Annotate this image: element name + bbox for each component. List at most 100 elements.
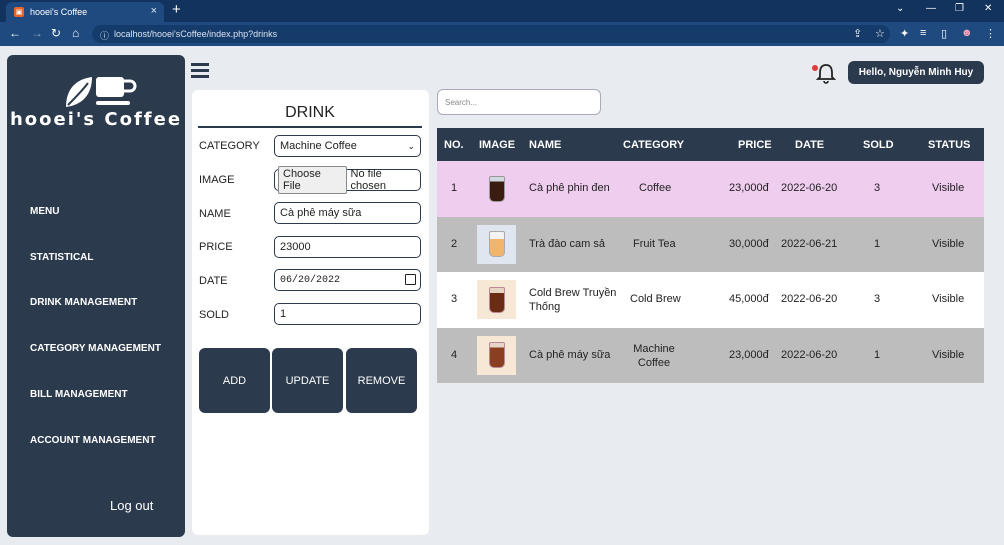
form-title: DRINK — [285, 104, 335, 121]
table-row[interactable]: 4 Cà phê máy sữa Machine Coffee 23,000đ … — [437, 327, 984, 383]
restore-icon[interactable]: ❐ — [955, 3, 964, 14]
tab-title: hooei's Coffee — [30, 7, 88, 17]
notification-bell-icon[interactable] — [815, 62, 837, 84]
brand-name: hooei's Coffee — [9, 109, 183, 130]
iced-coffee-cup-icon — [488, 175, 505, 202]
reload-icon[interactable]: ↻ — [51, 26, 61, 40]
sidebar-item-account-management[interactable]: ACCOUNT MANAGEMENT — [30, 435, 156, 446]
bookmark-star-icon[interactable]: ☆ — [875, 27, 885, 40]
sidebar-item-menu[interactable]: MENU — [30, 206, 59, 217]
row-category: Fruit Tea — [633, 237, 676, 250]
calendar-icon[interactable] — [405, 274, 416, 285]
tab-close-icon[interactable]: × — [151, 5, 157, 17]
sidebar-item-statistical[interactable]: STATISTICAL — [30, 252, 94, 263]
browser-tab[interactable]: ▣ hooei's Coffee × — [6, 2, 164, 22]
forward-icon[interactable]: → — [31, 26, 43, 40]
sidebar-item-drink-management[interactable]: DRINK MANAGEMENT — [30, 297, 137, 308]
row-date: 2022-06-20 — [781, 348, 838, 361]
row-category: Machine Coffee — [633, 342, 675, 369]
browser-menu-icon[interactable]: ⋮ — [985, 27, 996, 40]
sold-input[interactable]: 1 — [274, 303, 421, 325]
row-sold: 1 — [874, 348, 881, 361]
price-input[interactable]: 23000 — [274, 236, 421, 258]
row-name: Cà phê máy sữa — [529, 348, 611, 361]
row-no: 1 — [451, 182, 458, 194]
chevron-down-icon: ⌄ — [407, 140, 415, 151]
drinks-table: NO. IMAGE NAME CATEGORY PRICE DATE SOLD … — [437, 128, 984, 383]
column-header-sold[interactable]: SOLD — [863, 139, 894, 151]
row-name: Trà đào cam sả — [529, 237, 606, 250]
extensions-icon[interactable]: ✦ — [900, 27, 909, 40]
row-sold: 3 — [874, 293, 881, 305]
column-header-image[interactable]: IMAGE — [479, 139, 515, 151]
row-price: 23,000đ — [729, 348, 769, 361]
browser-toolbar: ← → ↻ ⌂ ⓘ localhost/hooei'sCoffee/index.… — [0, 22, 1004, 46]
sidebar-item-bill-management[interactable]: BILL MANAGEMENT — [30, 389, 128, 400]
row-price: 23,000đ — [729, 182, 769, 194]
category-select-value: Machine Coffee — [280, 140, 357, 152]
new-tab-icon[interactable]: + — [172, 1, 181, 18]
side-panel-icon[interactable]: ▯ — [941, 27, 947, 40]
reading-list-icon[interactable]: ≡ — [920, 27, 926, 39]
row-price: 45,000đ — [729, 293, 769, 305]
tab-search-icon[interactable]: ⌄ — [896, 3, 904, 14]
column-header-no[interactable]: NO. — [444, 139, 464, 151]
row-no: 3 — [451, 293, 458, 305]
peach-tea-cup-icon — [488, 231, 505, 257]
drink-image — [477, 335, 516, 375]
row-status: Visible — [932, 182, 965, 194]
milk-coffee-cup-icon — [488, 342, 505, 368]
date-input-value: 06/20/2022 — [280, 274, 341, 286]
name-input[interactable]: Cà phê máy sữa — [274, 202, 421, 224]
site-favicon-icon: ▣ — [14, 7, 24, 17]
coffee-logo-icon — [66, 77, 137, 107]
share-icon[interactable]: ⇪ — [853, 27, 862, 40]
row-name: Cold Brew Truyền Thống — [529, 287, 617, 313]
drink-image — [477, 280, 516, 319]
sold-label: SOLD — [199, 309, 229, 321]
image-label: IMAGE — [199, 174, 235, 186]
address-bar[interactable]: ⓘ localhost/hooei'sCoffee/index.php?drin… — [92, 25, 890, 43]
row-status: Visible — [932, 237, 965, 250]
hamburger-menu-icon[interactable] — [191, 63, 209, 79]
close-window-icon[interactable]: ✕ — [984, 3, 992, 14]
column-header-date[interactable]: DATE — [795, 139, 824, 151]
row-no: 4 — [451, 348, 458, 361]
row-date: 2022-06-20 — [781, 182, 838, 194]
row-category: Coffee — [639, 182, 672, 194]
form-divider — [198, 126, 422, 128]
user-greeting-button[interactable]: Hello, Nguyễn Minh Huy — [848, 61, 984, 84]
category-select[interactable]: Machine Coffee ⌄ — [274, 135, 421, 157]
table-row[interactable]: 1 Cà phê phin đen Coffee 23,000đ 2022-06… — [437, 161, 984, 217]
row-status: Visible — [932, 348, 965, 361]
profile-avatar-icon[interactable]: ☻ — [961, 27, 973, 39]
cold-brew-cup-icon — [488, 286, 505, 313]
category-label: CATEGORY — [199, 140, 260, 152]
update-button[interactable]: UPDATE — [272, 348, 343, 413]
row-date: 2022-06-20 — [781, 293, 838, 305]
drink-image — [477, 224, 516, 264]
price-label: PRICE — [199, 241, 233, 253]
date-input[interactable]: 06/20/2022 — [274, 269, 421, 291]
choose-file-button[interactable]: Choose File — [278, 166, 347, 194]
drink-image — [477, 169, 516, 208]
remove-button[interactable]: REMOVE — [346, 348, 417, 413]
image-file-input[interactable]: Choose File No file chosen — [274, 166, 421, 194]
drink-form-panel: DRINK CATEGORY Machine Coffee ⌄ IMAGE Ch… — [192, 90, 429, 535]
sidebar-item-category-management[interactable]: CATEGORY MANAGEMENT — [30, 343, 161, 354]
column-header-status[interactable]: STATUS — [928, 139, 970, 151]
back-icon[interactable]: ← — [9, 26, 21, 40]
row-price: 30,000đ — [729, 237, 769, 250]
row-no: 2 — [451, 237, 458, 250]
table-row[interactable]: 2 Trà đào cam sả Fruit Tea 30,000đ 2022-… — [437, 216, 984, 272]
column-header-name[interactable]: NAME — [529, 139, 561, 151]
minimize-icon[interactable]: — — [926, 3, 936, 14]
search-input[interactable]: Search... — [437, 89, 601, 115]
column-header-category[interactable]: CATEGORY — [623, 139, 684, 151]
info-icon[interactable]: ⓘ — [100, 29, 109, 42]
home-icon[interactable]: ⌂ — [72, 26, 79, 40]
table-row[interactable]: 3 Cold Brew Truyền Thống Cold Brew 45,00… — [437, 272, 984, 328]
add-button[interactable]: ADD — [199, 348, 270, 413]
logout-link[interactable]: Log out — [110, 498, 153, 513]
column-header-price[interactable]: PRICE — [738, 139, 772, 151]
